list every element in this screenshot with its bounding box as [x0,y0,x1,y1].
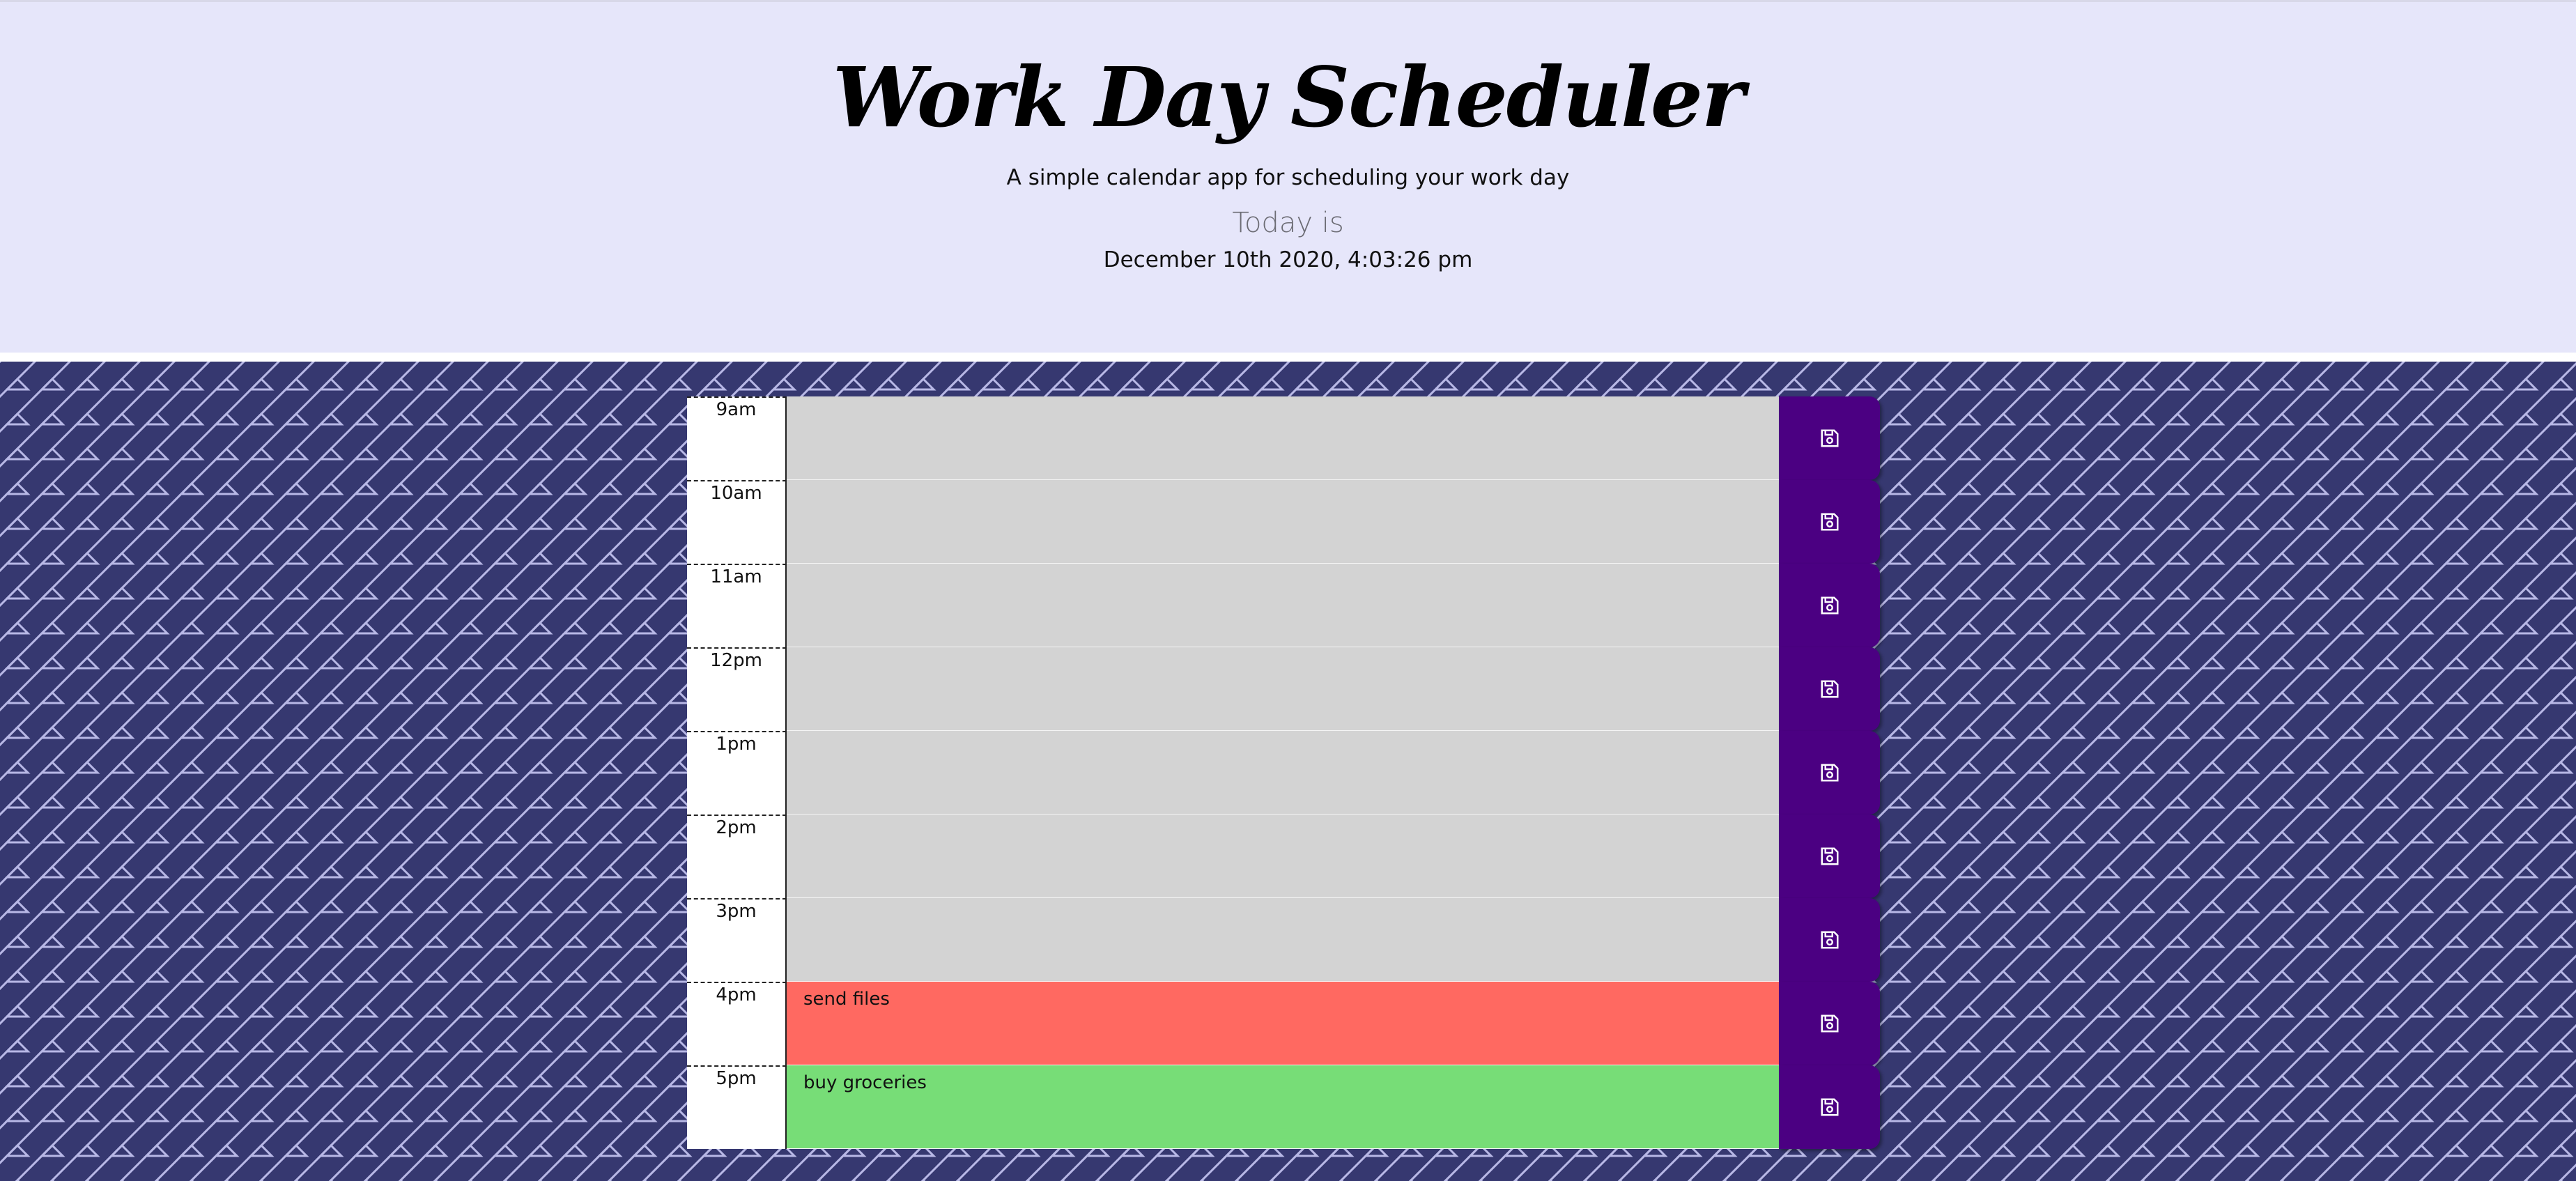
hour-label: 9am [687,396,787,480]
time-block-row: 2pm [687,815,1880,898]
today-label: Today is [1232,207,1344,239]
hour-label: 12pm [687,647,787,731]
save-icon [1821,1098,1838,1116]
event-description[interactable] [787,396,1779,480]
event-description[interactable]: buy groceries [787,1065,1779,1149]
save-icon [1821,429,1838,447]
header: Work Day Scheduler A simple calendar app… [0,0,2576,353]
time-block-row: 4pm send files [687,982,1880,1065]
save-icon [1821,596,1838,615]
page-subtitle: A simple calendar app for scheduling you… [1006,165,1570,190]
current-day: December 10th 2020, 4:03:26 pm [1103,247,1473,272]
save-icon [1821,931,1838,949]
time-block-row: 9am [687,396,1880,480]
time-block-row: 10am [687,480,1880,564]
schedule-container: 9am 10am 11am 12pm 1pm 2pm 3pm 4pm send files 5pm… [687,396,1880,1149]
event-description[interactable]: send files [787,982,1779,1065]
time-block-row: 11am [687,564,1880,647]
event-description[interactable] [787,815,1779,898]
time-block-row: 12pm [687,647,1880,731]
hour-label: 2pm [687,815,787,898]
save-button[interactable] [1779,898,1880,982]
save-icon [1821,764,1838,782]
save-icon [1821,680,1838,698]
hour-label: 5pm [687,1065,787,1149]
time-block-row: 1pm [687,731,1880,815]
event-description[interactable] [787,898,1779,982]
hour-label: 11am [687,564,787,647]
event-description[interactable] [787,647,1779,731]
save-button[interactable] [1779,815,1880,898]
save-button[interactable] [1779,982,1880,1065]
hour-label: 3pm [687,898,787,982]
save-icon [1821,1014,1838,1033]
save-icon [1821,513,1838,531]
hour-label: 1pm [687,731,787,815]
save-button[interactable] [1779,647,1880,731]
save-icon [1821,847,1838,865]
event-description[interactable] [787,564,1779,647]
save-button[interactable] [1779,731,1880,815]
time-block-row: 5pm buy groceries [687,1065,1880,1149]
hour-label: 4pm [687,982,787,1065]
save-button[interactable] [1779,480,1880,564]
header-divider [0,353,2576,362]
page-title: Work Day Scheduler [832,49,1745,146]
save-button[interactable] [1779,1065,1880,1149]
event-description[interactable] [787,731,1779,815]
save-button[interactable] [1779,564,1880,647]
hour-label: 10am [687,480,787,564]
save-button[interactable] [1779,396,1880,480]
event-description[interactable] [787,480,1779,564]
time-block-row: 3pm [687,898,1880,982]
